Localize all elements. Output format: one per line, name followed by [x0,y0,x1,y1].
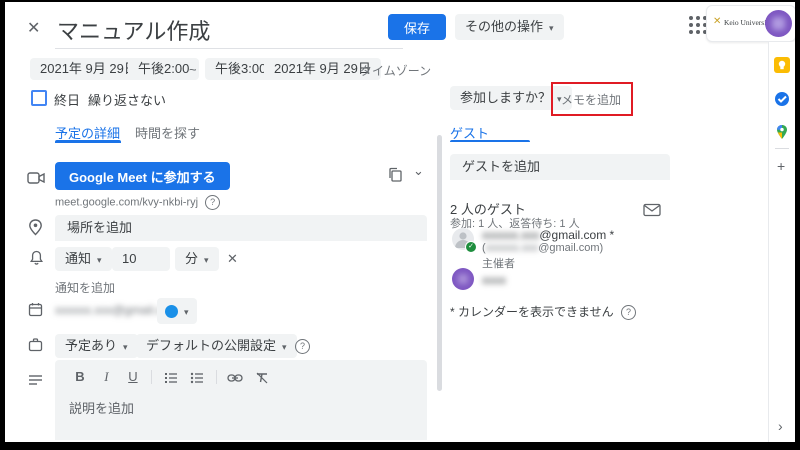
notification-value-input[interactable]: 10 [112,247,170,271]
add-guests-input[interactable]: ゲストを追加 [450,154,670,180]
google-keep-icon[interactable] [774,56,790,72]
google-apps-grid-icon[interactable] [689,16,707,34]
description-area[interactable]: B I U 説明を追加 [55,360,427,440]
recurrence-dropdown[interactable]: 繰り返さない [88,90,166,109]
guest-email-label: xxxxxx.xxx@gmail.com * [482,228,614,242]
format-toolbar: B I U [55,360,427,386]
event-color-swatch [165,305,178,318]
event-color-dropdown[interactable]: ▾ [157,298,197,324]
guest-row-organizer: ✓ xxxxxx.xxx@gmail.com * (xxxxxx.xxx@gma… [450,226,670,270]
remove-notification-icon[interactable]: ✕ [227,251,238,267]
insert-link-icon[interactable] [224,369,246,384]
google-tasks-icon[interactable] [774,90,790,106]
join-google-meet-button[interactable]: Google Meet に参加する [55,162,230,190]
video-camera-icon [27,169,45,187]
add-note-button[interactable]: メモを追加 [561,91,621,108]
busy-status-dropdown[interactable]: 予定あり▾ [55,334,138,358]
guest-name-label: xxxx [482,273,506,287]
note-help-icon[interactable]: ? [621,305,636,320]
visibility-help-icon[interactable]: ? [295,339,310,354]
tab-guests-underline [450,140,530,142]
tab-find-time[interactable]: 時間を探す [135,123,200,142]
more-actions-label: その他の操作 [465,19,543,34]
bold-button[interactable]: B [69,369,91,384]
calendar-unavailable-note: * カレンダーを表示できません ? [450,303,636,320]
time-range-separator: ~ [189,62,197,77]
event-title-input[interactable]: マニュアル作成 [57,14,210,46]
keio-logo-icon: ✕ [713,16,721,27]
guest-avatar [452,268,474,290]
calendar-icon [28,301,43,319]
bell-icon [29,249,44,267]
visibility-dropdown[interactable]: デフォルトの公開設定▾ [136,334,297,358]
account-avatar[interactable] [765,10,792,37]
description-lines-icon [28,371,43,389]
guest-email-sub-label: (xxxxxx.xxx@gmail.com) [482,242,603,254]
hide-side-panel-icon[interactable]: › [778,418,783,434]
italic-button[interactable]: I [95,369,117,385]
toolbar-divider [216,370,217,384]
accepted-check-icon: ✓ [465,241,477,253]
notification-unit-dropdown[interactable]: 分▾ [175,247,219,271]
save-button[interactable]: 保存 [388,14,446,40]
add-notification-link[interactable]: 通知を追加 [55,279,115,296]
vertical-scrollbar[interactable] [437,135,442,391]
meet-options-chevron-icon[interactable]: ⌄ [413,163,424,179]
all-day-label: 終日 [54,90,80,109]
caret-down-icon: ▾ [184,307,189,317]
underline-button[interactable]: U [122,369,144,384]
get-add-ons-icon[interactable]: + [777,158,785,174]
caret-down-icon: ▾ [97,255,102,265]
account-card: ✕ Keio University [706,5,795,42]
caret-down-icon: ▾ [204,255,209,265]
title-underline [55,48,403,49]
event-edit-page: ✕ マニュアル作成 保存 その他の操作▾ ✕ Keio University 2… [5,2,795,442]
location-input[interactable]: 場所を追加 [55,215,427,241]
side-panel: + › [768,42,795,442]
caret-down-icon: ▾ [282,342,287,352]
copy-icon[interactable] [387,166,403,184]
caret-down-icon: ▾ [123,342,128,352]
numbered-list-button[interactable] [160,369,182,384]
meet-url-label: meet.google.com/kvy-nkbi-ryj ? [55,195,220,210]
briefcase-icon [28,336,43,354]
clear-formatting-icon[interactable] [251,369,273,384]
bulleted-list-button[interactable] [186,369,208,384]
close-icon[interactable]: ✕ [27,18,40,38]
more-actions-button[interactable]: その他の操作 ▾ [455,14,564,40]
screenshot-frame: ✕ マニュアル作成 保存 その他の操作▾ ✕ Keio University 2… [0,0,800,450]
meet-help-icon[interactable]: ? [205,195,220,210]
tab-event-details-underline [55,140,121,143]
google-maps-icon[interactable] [774,123,790,139]
email-guests-icon[interactable] [643,201,661,219]
notification-type-dropdown[interactable]: 通知▾ [55,247,112,271]
description-placeholder: 説明を追加 [55,386,427,417]
caret-down-icon: ▾ [549,23,554,33]
toolbar-divider [151,370,152,384]
location-pin-icon [28,219,43,237]
side-panel-divider [775,148,789,149]
all-day-checkbox[interactable] [31,90,47,106]
guest-row: xxxx [450,268,670,292]
timezone-button[interactable]: タイムゾーン [360,62,431,79]
